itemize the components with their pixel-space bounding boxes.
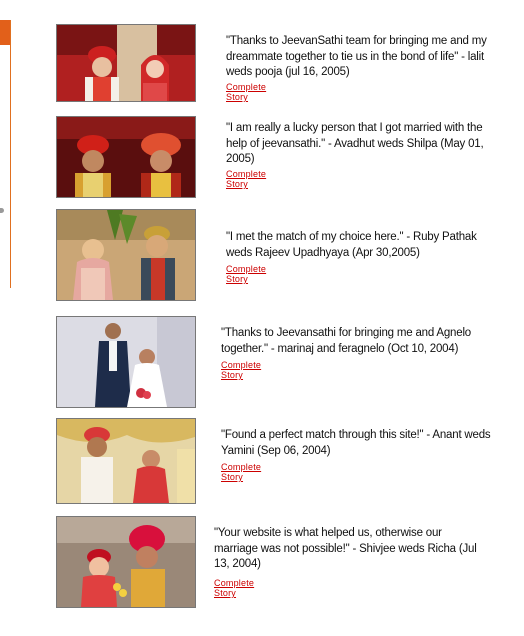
couple-photo-5[interactable] xyxy=(56,418,196,504)
story-quote: "I met the match of my choice here." - R… xyxy=(226,231,477,259)
complete-story-link[interactable]: Complete Story xyxy=(214,578,254,598)
story-quote: "Your website is what helped us, otherwi… xyxy=(214,527,477,570)
couple-photo-icon xyxy=(57,25,195,101)
couple-photo-icon xyxy=(57,317,195,407)
complete-story-link[interactable]: Complete Story xyxy=(226,169,266,189)
couple-photo-1[interactable] xyxy=(56,24,196,102)
sidebar-header-tab xyxy=(0,20,10,45)
couple-photo-6[interactable] xyxy=(56,516,196,608)
sidebar-scroll-handle[interactable] xyxy=(0,208,4,213)
couple-photo-3[interactable] xyxy=(56,209,196,301)
complete-story-link[interactable]: Complete Story xyxy=(221,462,261,482)
couple-photo-icon xyxy=(57,117,195,197)
couple-photo-icon xyxy=(57,210,195,300)
story-quote: "Thanks to JeevanSathi team for bringing… xyxy=(226,35,487,78)
story-quote: "Thanks to Jeevansathi for bringing me a… xyxy=(221,327,472,355)
complete-story-link[interactable]: Complete Story xyxy=(226,82,266,102)
complete-story-link[interactable]: Complete Story xyxy=(226,264,266,284)
left-sidebar-panel xyxy=(0,20,11,288)
couple-photo-icon xyxy=(57,419,195,503)
couple-photo-icon xyxy=(57,517,195,607)
story-quote: "I am really a lucky person that I got m… xyxy=(226,122,484,165)
couple-photo-4[interactable] xyxy=(56,316,196,408)
complete-story-link[interactable]: Complete Story xyxy=(221,360,261,380)
couple-photo-2[interactable] xyxy=(56,116,196,198)
story-quote: "Found a perfect match through this site… xyxy=(221,429,491,457)
